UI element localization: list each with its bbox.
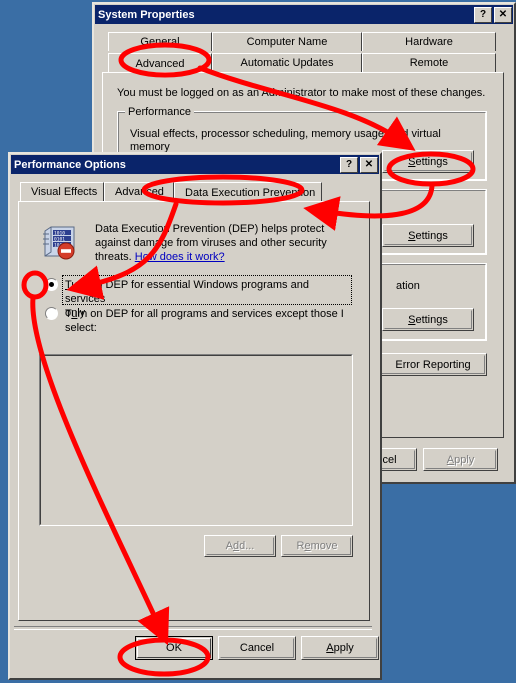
dep-all-label: Turn on DEP for all programs and service…: [65, 308, 344, 334]
dep-remove-label: Remove: [296, 540, 338, 552]
tab-automatic-updates[interactable]: Automatic Updates: [212, 53, 362, 72]
system-properties-tabs-row2: Advanced Automatic Updates Remote: [108, 53, 496, 74]
dep-body-line2: against damage from viruses and other se…: [95, 237, 327, 249]
dep-all-radio[interactable]: [45, 307, 58, 320]
how-does-it-work-link[interactable]: How does it work?: [135, 251, 225, 263]
dep-exception-listbox[interactable]: [39, 354, 353, 526]
perfopts-cancel-button[interactable]: Cancel: [218, 636, 296, 660]
performance-options-titlebar[interactable]: Performance Options ? ✕: [11, 155, 379, 174]
user-profiles-settings-label: Settings: [408, 229, 448, 242]
perfopts-ok-label: OK: [166, 642, 182, 654]
performance-options-title: Performance Options: [14, 158, 126, 171]
dep-remove-button[interactable]: Remove: [281, 535, 353, 557]
error-reporting-label: Error Reporting: [395, 358, 471, 371]
performance-options-window: Performance Options ? ✕ Visual Effects A…: [8, 152, 382, 680]
dep-essential-line1-rest: urn on DEP for essential Windows program…: [65, 279, 309, 305]
tab-visual-effects[interactable]: Visual Effects: [20, 182, 104, 201]
user-profiles-settings-button[interactable]: Settings: [382, 224, 474, 247]
close-icon[interactable]: ✕: [494, 6, 512, 23]
tab-remote[interactable]: Remote: [362, 53, 496, 72]
perfopts-footer-separator: [14, 626, 372, 630]
tab-hardware[interactable]: Hardware: [362, 32, 496, 51]
sysprops-apply-label: Apply: [446, 453, 475, 466]
dep-description: Data Execution Prevention (DEP) helps pr…: [95, 222, 345, 264]
tab-advanced[interactable]: Advanced: [104, 182, 174, 201]
startup-recovery-settings-button[interactable]: Settings: [382, 308, 474, 331]
perfopts-ok-button[interactable]: OK: [135, 636, 213, 660]
startup-recovery-description: ation: [396, 280, 420, 292]
sysprops-apply-button[interactable]: Apply: [423, 448, 498, 471]
help-icon[interactable]: ?: [340, 156, 358, 173]
tab-advanced[interactable]: Advanced: [108, 53, 212, 74]
admin-notice: You must be logged on as an Administrato…: [117, 87, 486, 99]
perfopts-apply-label: Apply: [326, 642, 354, 654]
performance-options-tabs: Visual Effects Advanced Data Execution P…: [20, 182, 322, 203]
dep-all-line1-rest: rn on DEP for all programs and services …: [77, 308, 344, 320]
performance-settings-button[interactable]: Settings: [382, 150, 474, 173]
startup-recovery-settings-label: Settings: [408, 313, 448, 326]
dep-add-label: Add...: [225, 540, 255, 552]
dep-shield-icon: 1010 0101 1010: [41, 222, 79, 260]
tab-data-execution-prevention[interactable]: Data Execution Prevention: [174, 182, 322, 203]
dep-all-line2: select:: [65, 322, 97, 334]
perfopts-apply-button[interactable]: Apply: [301, 636, 379, 660]
dep-body-line1: Data Execution Prevention (DEP) helps pr…: [95, 223, 325, 235]
system-properties-title: System Properties: [98, 8, 195, 21]
svg-text:1010: 1010: [54, 230, 65, 236]
dep-essential-radio[interactable]: [45, 278, 58, 291]
system-properties-tabs-row1: General Computer Name Hardware: [108, 32, 496, 51]
performance-settings-label: Settings: [408, 155, 448, 168]
dep-tab-page: 1010 0101 1010 Data Execution Prevention…: [18, 201, 370, 621]
error-reporting-button[interactable]: Error Reporting: [379, 353, 487, 376]
tab-computer-name[interactable]: Computer Name: [212, 32, 362, 51]
dep-add-button[interactable]: Add...: [204, 535, 276, 557]
perfopts-cancel-label: Cancel: [239, 642, 275, 654]
help-icon[interactable]: ?: [474, 6, 492, 23]
tab-general[interactable]: General: [108, 32, 212, 51]
close-icon[interactable]: ✕: [360, 156, 378, 173]
system-properties-titlebar[interactable]: System Properties ? ✕: [95, 5, 513, 24]
dep-body-line3: threats.: [95, 251, 135, 263]
performance-group-legend: Performance: [125, 106, 194, 118]
svg-text:0101: 0101: [54, 236, 65, 242]
